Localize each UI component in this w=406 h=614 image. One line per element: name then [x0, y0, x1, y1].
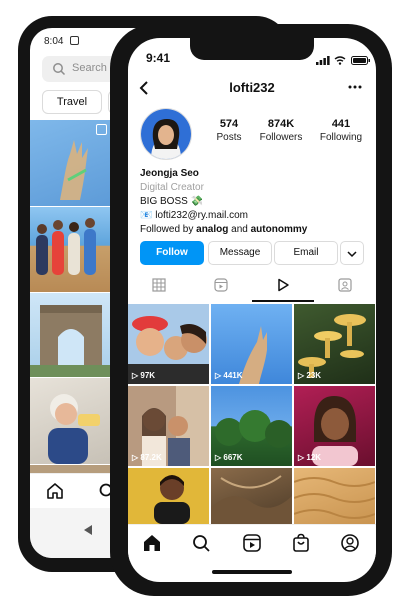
reel-tile[interactable]: ▷ 23K [294, 304, 375, 384]
explore-tile[interactable] [30, 465, 111, 473]
woman-eating-photo [48, 394, 100, 464]
stat-following-value: 441 [331, 118, 351, 130]
reel-tile[interactable]: ▷ 87.2K [128, 386, 209, 466]
reel-tile[interactable] [294, 468, 375, 524]
android-status-time: 8:04 [44, 36, 64, 47]
profile-name: Jeongja Seo [140, 168, 199, 179]
profile-icon[interactable] [340, 533, 360, 553]
avatar-photo [141, 109, 191, 159]
chip-travel[interactable]: Travel [42, 90, 102, 114]
search-icon[interactable] [191, 533, 211, 553]
tab-videos[interactable] [252, 278, 314, 298]
stat-following-label: Following [319, 132, 363, 143]
reel-views-count: 667K [223, 453, 243, 462]
status-time: 9:41 [146, 51, 171, 65]
reel-views: ▷ 667K [215, 453, 243, 462]
notch [190, 38, 314, 60]
status-indicators [316, 52, 371, 70]
shop-icon[interactable] [291, 533, 311, 553]
signal-icon [316, 56, 330, 65]
reels-icon[interactable] [242, 533, 262, 553]
profile-username: lofti232 [229, 80, 275, 95]
more-options-button[interactable] [348, 76, 362, 94]
tab-grid[interactable] [128, 278, 190, 298]
active-tab-indicator [252, 300, 314, 302]
more-horizontal-icon [348, 85, 362, 89]
reel-views: ▷ 23K [298, 371, 322, 380]
followed-by[interactable]: Followed by analog and autonommy [140, 224, 307, 235]
reel-tile[interactable] [128, 468, 209, 524]
bio-line: BIG BOSS 💸 [140, 196, 204, 207]
explore-tile[interactable] [30, 293, 111, 377]
back-triangle-icon[interactable] [82, 524, 94, 536]
follow-button[interactable]: Follow [140, 241, 204, 265]
reel-views: ▷ 87.2K [132, 453, 162, 462]
group-photo [36, 218, 96, 275]
followed-by-user-2[interactable]: autonommy [251, 224, 308, 235]
avatar[interactable] [140, 108, 192, 160]
iphone-screen: 9:41 lofti232 574 Posts 874K Followers 4… [128, 38, 376, 582]
man-yellow-wall-photo [154, 475, 190, 524]
explore-tile[interactable] [30, 207, 111, 292]
arch-photo [30, 305, 111, 377]
tab-tagged[interactable] [314, 278, 376, 298]
wifi-icon [335, 56, 346, 65]
multi-post-icon [96, 124, 107, 135]
profile-category: Digital Creator [140, 182, 204, 193]
suggested-dropdown-button[interactable] [340, 241, 364, 265]
stat-following[interactable]: 441 Following [306, 118, 376, 143]
profile-tabs [128, 274, 376, 302]
followed-by-user-1[interactable]: analog [196, 224, 228, 235]
reel-views: ▷ 97K [132, 371, 156, 380]
followed-by-prefix: Followed by [140, 224, 197, 235]
explore-tile[interactable] [30, 378, 111, 464]
reel-views-count: 97K [140, 371, 156, 380]
reels-icon [214, 278, 228, 292]
email-button[interactable]: Email [274, 241, 338, 265]
chevron-down-icon [347, 251, 357, 258]
android-search-placeholder: Search [72, 62, 107, 74]
reel-views-count: 441K [223, 371, 243, 380]
reel-views: ▷ 441K [215, 371, 243, 380]
instagram-small-icon [70, 36, 80, 45]
tagged-icon [338, 278, 352, 292]
reel-views-count: 12K [306, 453, 322, 462]
explore-tile[interactable] [30, 120, 111, 206]
bottom-nav [128, 524, 376, 561]
battery-icon [350, 56, 370, 65]
bio-email[interactable]: 📧 lofti232@ry.mail.com [140, 210, 248, 221]
home-indicator[interactable] [212, 570, 292, 574]
reel-views: ▷ 12K [298, 453, 322, 462]
message-button[interactable]: Message [208, 241, 272, 265]
reel-tile[interactable]: ▷ 12K [294, 386, 375, 466]
craft-photo [211, 475, 292, 524]
search-icon [53, 63, 66, 76]
home-icon[interactable] [142, 533, 162, 553]
play-icon [278, 278, 289, 292]
grid-icon [152, 278, 166, 292]
home-icon[interactable] [46, 482, 64, 500]
tab-reels[interactable] [190, 278, 252, 298]
followed-by-and: and [228, 224, 251, 235]
reel-tile[interactable]: ▷ 97K [128, 304, 209, 384]
reel-views-count: 87.2K [140, 453, 162, 462]
reel-tile[interactable] [211, 468, 292, 524]
reel-tile[interactable]: ▷ 441K [211, 304, 292, 384]
reel-views-count: 23K [306, 371, 322, 380]
reel-tile[interactable]: ▷ 667K [211, 386, 292, 466]
sand-pattern-photo [294, 477, 375, 519]
android-status-bar: 8:04 [44, 36, 80, 47]
